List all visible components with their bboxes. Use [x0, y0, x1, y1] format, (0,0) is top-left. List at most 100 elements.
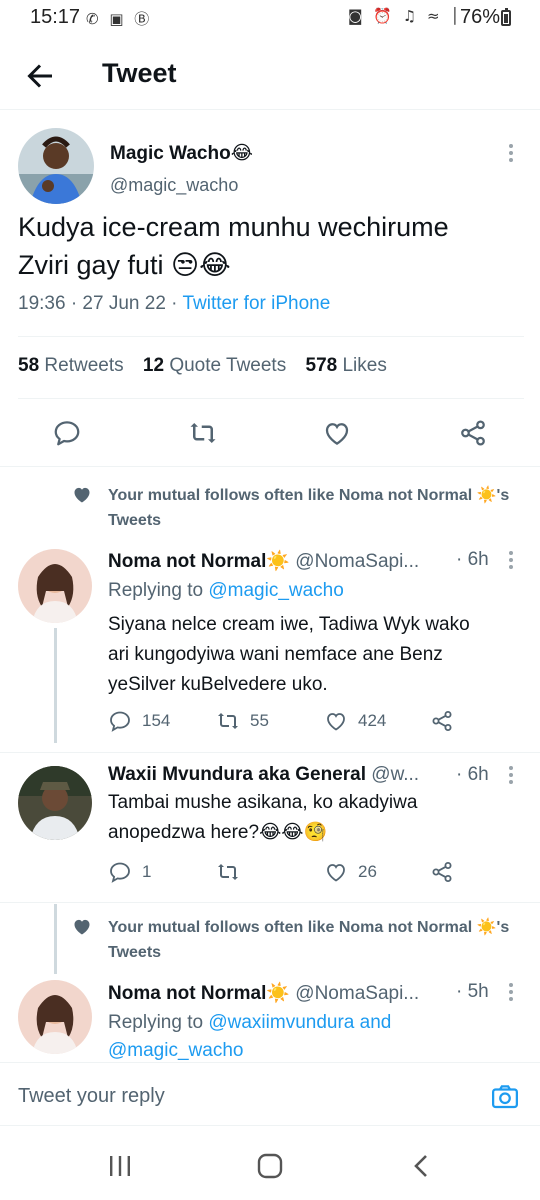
heart-icon [74, 487, 90, 503]
more-options-icon[interactable] [508, 144, 514, 166]
more-options-icon[interactable] [508, 551, 514, 573]
reply-author-name[interactable]: Noma not Normal☀️ [108, 983, 290, 1004]
reply-avatar[interactable] [18, 980, 92, 1054]
retweet-count: 55 [250, 711, 269, 730]
share-button[interactable] [430, 857, 464, 887]
reply-count: 1 [142, 862, 152, 881]
recent-apps-icon[interactable] [104, 1152, 136, 1180]
more-options-icon[interactable] [508, 766, 514, 788]
like-button[interactable]: 26 [324, 857, 377, 887]
reply-composer[interactable]: Tweet your reply [0, 1062, 540, 1126]
mention-link[interactable]: @waxiimvundura and [208, 1012, 391, 1033]
social-context: Your mutual follows often like Noma not … [72, 915, 532, 965]
like-count: 424 [358, 711, 387, 730]
status-time: 15:17 [30, 6, 81, 28]
replying-to: Replying to @magic_wacho [108, 576, 344, 606]
replying-prefix: Replying to [108, 580, 209, 601]
reply-button[interactable]: 154 [108, 706, 170, 736]
social-context-text: Your mutual follows often like Noma not … [108, 919, 510, 961]
reply-text-line: ari kungodyiwa wani nemface ane Benz [108, 644, 443, 665]
notification-icons: ✆ ▣ Ⓑ [86, 10, 153, 28]
reply-time: · 5h [456, 981, 489, 1002]
divider [0, 902, 540, 903]
retweet-button[interactable]: 55 [216, 706, 269, 736]
retweet-icon[interactable] [188, 418, 218, 448]
reply-input-placeholder[interactable]: Tweet your reply [18, 1085, 165, 1108]
like-icon [327, 713, 345, 731]
reply-header: Noma not Normal☀️ @NomaSapi... [108, 549, 419, 573]
replying-prefix: Replying to [108, 1012, 209, 1033]
reply-text-line: anopedzwa here?😂😂🧐 [108, 822, 328, 843]
likes-stat[interactable]: 578 Likes [306, 355, 387, 376]
thread-line [54, 628, 57, 743]
social-context-text: Your mutual follows often like Noma not … [108, 487, 510, 529]
reply-actions: 1 26 [108, 857, 528, 887]
tweet-text-line: Kudya ice-cream munhu wechirume [18, 212, 449, 242]
reply-author-handle[interactable]: @w... [371, 764, 419, 785]
share-button[interactable] [430, 706, 464, 736]
reply-icon [110, 711, 130, 732]
reply-author-name[interactable]: Waxii Mvundura aka General [108, 764, 366, 785]
system-icons: ◙ ⏰ ♫ ≈ │ [348, 7, 463, 25]
reply-author-name[interactable]: Noma not Normal☀️ [108, 551, 290, 572]
top-app-bar: Tweet [0, 44, 540, 110]
back-arrow-icon[interactable] [22, 58, 58, 94]
retweets-count: 58 [18, 355, 40, 376]
divider [18, 398, 524, 399]
social-context: Your mutual follows often like Noma not … [72, 483, 532, 533]
quote-tweets-stat[interactable]: 12 Quote Tweets [143, 355, 286, 376]
camera-icon[interactable] [490, 1082, 520, 1112]
reply-avatar[interactable] [18, 549, 92, 623]
battery-percent: 76% [460, 6, 501, 28]
like-icon [327, 864, 345, 882]
reply-button[interactable]: 1 [108, 857, 151, 887]
heart-icon [74, 919, 90, 935]
home-icon[interactable] [254, 1152, 286, 1180]
quotes-label: Quote Tweets [169, 355, 287, 376]
share-icon [432, 862, 452, 882]
tweet-actions [0, 412, 540, 456]
share-icon[interactable] [458, 418, 488, 448]
divider [0, 752, 540, 753]
reply-time: · 6h [456, 549, 489, 570]
reply-header: Waxii Mvundura aka General @w... [108, 764, 419, 786]
author-handle[interactable]: @magic_wacho [110, 175, 238, 196]
tweet-timestamp: 19:36 · 27 Jun 22 · [18, 293, 183, 314]
reply-text-line: Tambai mushe asikana, ko akadyiwa [108, 792, 418, 813]
reply-author-handle[interactable]: @NomaSapi... [295, 983, 419, 1004]
tweet-source-link[interactable]: Twitter for iPhone [182, 293, 330, 314]
reply-author-handle[interactable]: @NomaSapi... [295, 551, 419, 572]
reply-text: Tambai mushe asikana, ko akadyiwa anoped… [108, 788, 518, 848]
quotes-count: 12 [142, 355, 165, 376]
reply-text: Siyana nelce cream iwe, Tadiwa Wyk wako … [108, 610, 518, 700]
like-button[interactable]: 424 [324, 706, 386, 736]
page-title: Tweet [102, 58, 177, 88]
share-icon [432, 711, 452, 731]
reply-icon [110, 862, 130, 883]
system-nav-bar [0, 1130, 540, 1200]
reply-header: Noma not Normal☀️ @NomaSapi... [108, 981, 419, 1005]
reply-text-line: Siyana nelce cream iwe, Tadiwa Wyk wako [108, 614, 470, 635]
reply-avatar[interactable] [18, 766, 92, 840]
reply-count: 154 [142, 711, 171, 730]
divider [18, 336, 524, 337]
reply-time: · 6h [456, 764, 489, 785]
more-options-icon[interactable] [508, 983, 514, 1005]
author-name[interactable]: Magic Wacho😂 [110, 142, 253, 165]
retweets-stat[interactable]: 58 Retweets [18, 355, 124, 376]
status-bar: 15:17 ✆ ▣ Ⓑ ◙ ⏰ ♫ ≈ │ 76% [0, 0, 540, 36]
like-count: 26 [358, 862, 377, 881]
reply-icon[interactable] [52, 418, 82, 448]
mention-link[interactable]: @magic_wacho [108, 1040, 243, 1061]
like-icon[interactable] [322, 418, 352, 448]
back-nav-icon[interactable] [406, 1152, 438, 1180]
retweets-label: Retweets [44, 355, 124, 376]
thread-line [54, 904, 57, 974]
retweet-button[interactable] [216, 857, 250, 887]
likes-count: 578 [305, 355, 338, 376]
mention-link[interactable]: @magic_wacho [208, 580, 343, 601]
divider [0, 466, 540, 467]
retweet-icon [218, 864, 238, 880]
likes-label: Likes [342, 355, 387, 376]
author-avatar[interactable] [18, 128, 94, 204]
